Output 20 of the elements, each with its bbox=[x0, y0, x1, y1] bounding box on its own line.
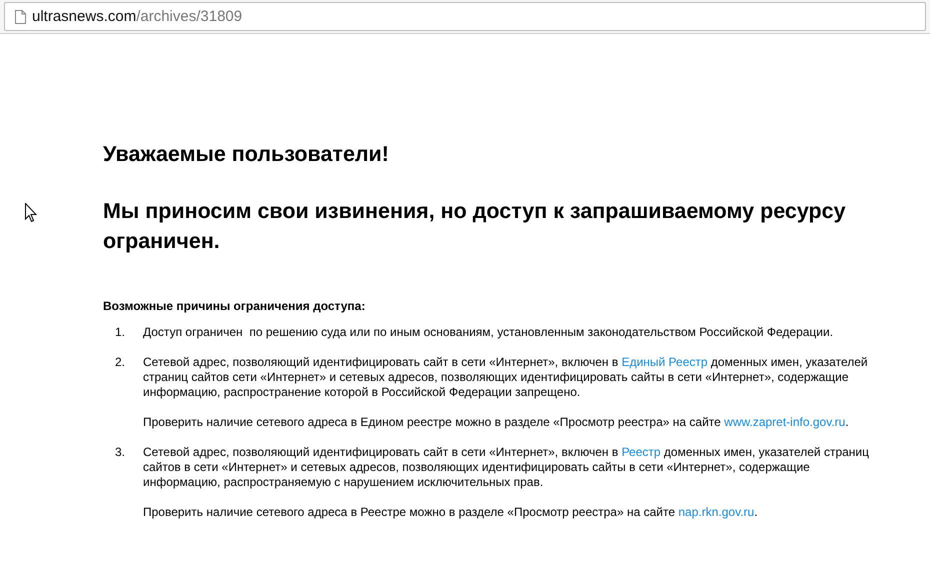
link[interactable]: www.zapret-info.gov.ru bbox=[724, 415, 846, 429]
list-paragraph: Доступ ограничен по решению суда или по иным основаниям, установленным законодательством Российской Федерации. bbox=[143, 325, 834, 340]
page-icon bbox=[15, 10, 26, 24]
list-paragraph: Сетевой адрес, позволяющий идентифицировать сайт в сети «Интернет», включен в Единый Реестр доменных имен, указателей страниц сайтов сети «Интернет» и сетевых адресов, позволяющих идентифицировать сайты в сети «Интернет», содержащие информацию, распространение которой в Российской Федерации запрещено. bbox=[143, 355, 869, 400]
list-paragraph: Сетевой адрес, позволяющий идентифицировать сайт в сети «Интернет», включен в Реестр доменных имен, указателей страниц сайтов в сети «Интернет» и сетевых адресов, позволяющих идентифицировать сайты в сети «Интернет», содержащие информацию, распространяемую с нарушением исключительных прав. bbox=[143, 445, 870, 490]
list-number: 1. bbox=[114, 325, 126, 340]
list-number: 3. bbox=[114, 445, 126, 461]
address-bar[interactable]: ultrasnews.com/archives/31809 bbox=[4, 2, 926, 31]
url-path: /archives/31809 bbox=[136, 8, 242, 25]
reasons-title: Возможные причины ограничения доступа: bbox=[103, 299, 366, 313]
link[interactable]: nap.rkn.gov.ru bbox=[678, 505, 754, 519]
link[interactable]: Единый Реестр bbox=[622, 355, 708, 369]
heading: Уважаемые пользователи! bbox=[103, 141, 390, 168]
list-paragraph: Проверить наличие сетевого адреса в Едином реестре можно в разделе «Просмотр реестра» на сайте www.zapret-info.gov.ru. bbox=[143, 415, 850, 430]
list-number: 2. bbox=[114, 355, 126, 371]
list-paragraph: Проверить наличие сетевого адреса в Реестре можно в разделе «Просмотр реестра» на сайте nap.rkn.gov.ru. bbox=[143, 505, 759, 520]
link[interactable]: Реестр bbox=[622, 445, 661, 459]
heading: Мы приносим свои извинения, но доступ к запрашиваемому ресурсу ограничен. bbox=[103, 198, 847, 255]
url-domain: ultrasnews.com bbox=[32, 8, 136, 25]
cursor-icon bbox=[25, 203, 37, 222]
